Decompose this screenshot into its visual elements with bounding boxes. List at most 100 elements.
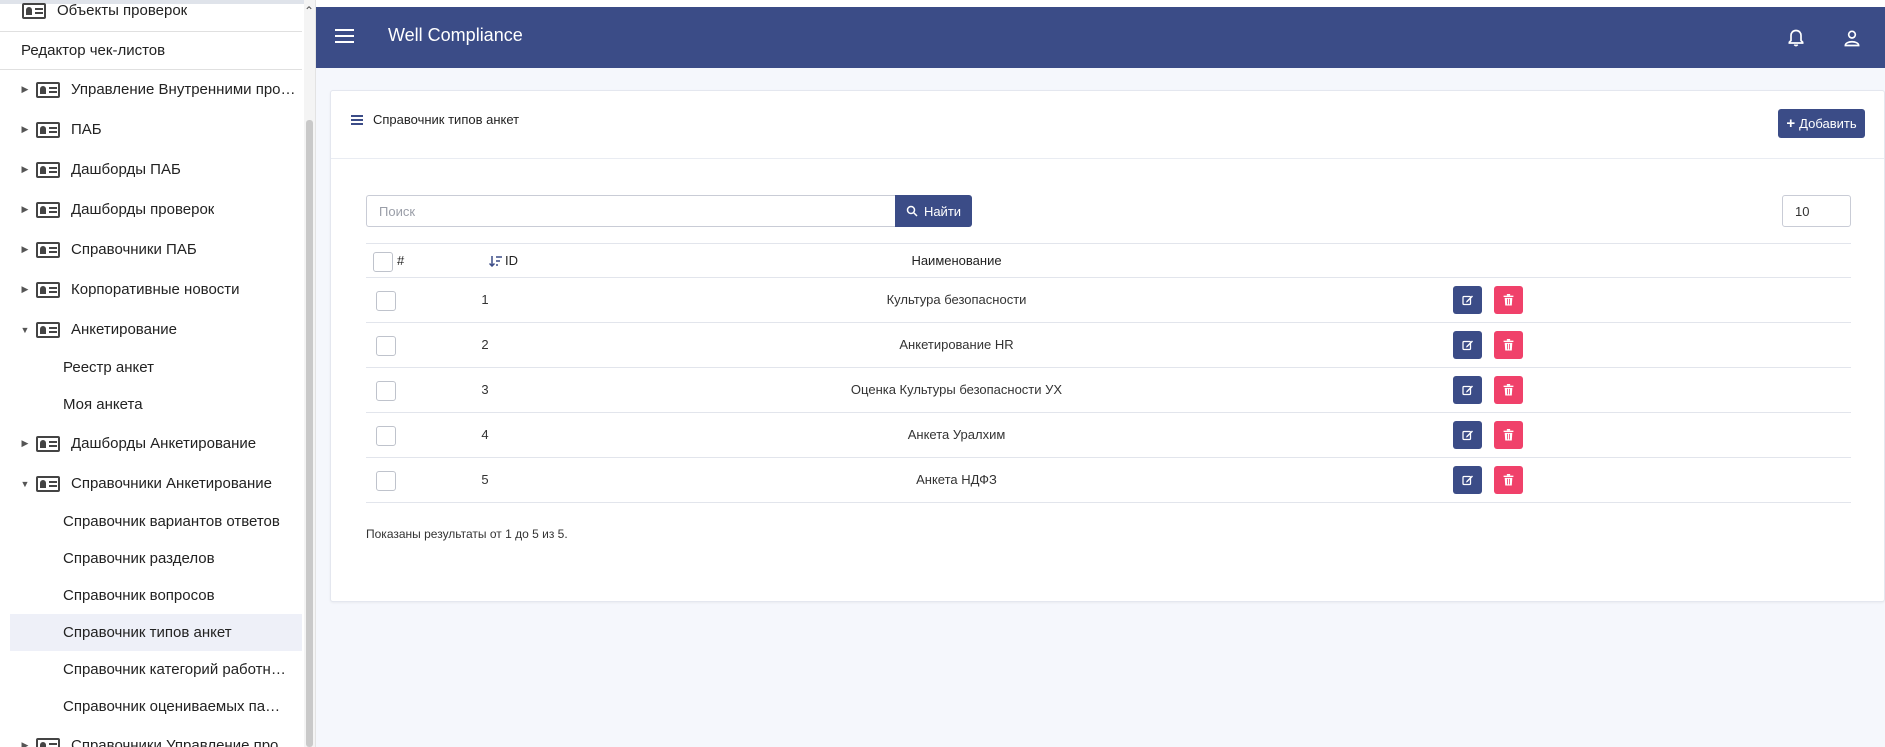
sidebar-subitem-evaluated-params[interactable]: Справочник оцениваемых параметров bbox=[10, 688, 302, 725]
trash-icon bbox=[1503, 339, 1514, 351]
card-icon bbox=[36, 81, 60, 98]
caret-right-icon[interactable]: ▶ bbox=[18, 204, 32, 215]
sidebar-item-pab-dictionaries[interactable]: ▶ Справочники ПАБ bbox=[0, 231, 304, 268]
sidebar-subitem-label: Справочник вопросов bbox=[63, 587, 215, 604]
add-button-label: Добавить bbox=[1799, 116, 1857, 131]
sidebar-subitem-survey-registry[interactable]: Реестр анкет bbox=[10, 349, 302, 386]
edit-button[interactable] bbox=[1453, 466, 1482, 494]
caret-right-icon[interactable]: ▶ bbox=[18, 124, 32, 135]
search-input[interactable] bbox=[366, 195, 895, 227]
sidebar-item-label: Дашборды Анкетирование bbox=[71, 435, 257, 452]
card-icon bbox=[36, 241, 60, 258]
sidebar-item-internal-audits[interactable]: ▶ Управление Внутренними проверками bbox=[0, 71, 304, 108]
caret-right-icon[interactable]: ▶ bbox=[18, 740, 32, 747]
sidebar: ▶ Объекты проверок Редактор чек-листов ▶… bbox=[0, 0, 316, 747]
cell-name: Культура безопасности bbox=[886, 292, 1027, 307]
edit-icon bbox=[1461, 295, 1473, 306]
add-button[interactable]: + Добавить bbox=[1778, 109, 1865, 138]
pagination-summary: Показаны результаты от 1 до 5 из 5. bbox=[366, 527, 568, 541]
caret-right-icon[interactable]: ▶ bbox=[18, 244, 32, 255]
sidebar-item-inspection-objects[interactable]: ▶ Объекты проверок bbox=[0, 0, 304, 29]
panel-title: Справочник типов анкет bbox=[373, 112, 520, 127]
card-icon bbox=[36, 475, 60, 492]
sidebar-item-label: Справочники Управление проверками bbox=[71, 737, 301, 747]
table-row: 2 Анкетирование HR bbox=[366, 323, 1851, 368]
cell-name: Анкета НДФЗ bbox=[916, 472, 997, 487]
card-icon bbox=[36, 161, 60, 178]
sidebar-item-survey-dashboards[interactable]: ▶ Дашборды Анкетирование bbox=[0, 425, 304, 462]
edit-button[interactable] bbox=[1453, 331, 1482, 359]
sidebar-item-surveys[interactable]: ▼ Анкетирование bbox=[0, 311, 304, 348]
sidebar-subitem-label: Реестр анкет bbox=[63, 359, 154, 376]
sidebar-divider bbox=[0, 69, 302, 70]
delete-button[interactable] bbox=[1494, 466, 1523, 494]
search-button[interactable]: Найти bbox=[895, 195, 972, 227]
trash-icon bbox=[1503, 294, 1514, 306]
sidebar-subitem-sections[interactable]: Справочник разделов bbox=[10, 540, 302, 577]
sidebar-item-checklist-editor[interactable]: Редактор чек-листов bbox=[21, 32, 165, 69]
edit-icon bbox=[1461, 475, 1473, 486]
caret-right-icon[interactable]: ▶ bbox=[18, 84, 32, 95]
edit-button[interactable] bbox=[1453, 421, 1482, 449]
caret-down-icon[interactable]: ▼ bbox=[18, 325, 32, 335]
sidebar-subitem-label: Справочник разделов bbox=[63, 550, 215, 567]
sidebar-item-label: Справочники Анкетирование bbox=[71, 475, 272, 492]
sidebar-subitem-survey-types[interactable]: Справочник типов анкет bbox=[10, 614, 302, 651]
edit-icon bbox=[1461, 430, 1473, 441]
card-icon bbox=[22, 2, 46, 19]
user-icon[interactable] bbox=[1842, 27, 1862, 49]
trash-icon bbox=[1503, 429, 1514, 441]
caret-down-icon[interactable]: ▼ bbox=[18, 479, 32, 489]
sidebar-item-pab-dashboards[interactable]: ▶ Дашборды ПАБ bbox=[0, 151, 304, 188]
sidebar-item-label: Дашборды ПАБ bbox=[71, 161, 181, 178]
table-header: # ID Наименование bbox=[366, 243, 1851, 278]
sidebar-item-survey-dictionaries[interactable]: ▼ Справочники Анкетирование bbox=[0, 465, 304, 502]
list-icon bbox=[351, 115, 363, 125]
sidebar-subitem-my-survey[interactable]: Моя анкета bbox=[10, 386, 302, 423]
card-icon bbox=[36, 281, 60, 298]
caret-right-icon[interactable]: ▶ bbox=[18, 438, 32, 449]
sidebar-item-label: Дашборды проверок bbox=[71, 201, 215, 218]
sidebar-item-label: ПАБ bbox=[71, 121, 102, 138]
card-icon bbox=[36, 121, 60, 138]
table-row: 4 Анкета Уралхим bbox=[366, 413, 1851, 458]
table-row: 3 Оценка Культуры безопасности УХ bbox=[366, 368, 1851, 413]
trash-icon bbox=[1503, 384, 1514, 396]
delete-button[interactable] bbox=[1494, 331, 1523, 359]
sidebar-item-audit-management-dictionaries[interactable]: ▶ Справочники Управление проверками bbox=[0, 727, 304, 747]
top-header: Well Compliance bbox=[316, 7, 1885, 68]
card-icon bbox=[36, 321, 60, 338]
card-icon bbox=[36, 201, 60, 218]
sidebar-scrollbar-thumb[interactable] bbox=[306, 120, 313, 747]
sidebar-item-pab[interactable]: ▶ ПАБ bbox=[0, 111, 304, 148]
caret-right-icon[interactable]: ▶ bbox=[18, 164, 32, 175]
edit-icon bbox=[1461, 385, 1473, 396]
sidebar-item-label: Корпоративные новости bbox=[71, 281, 240, 298]
scroll-up-icon[interactable]: ⌃ bbox=[304, 4, 314, 18]
edit-button[interactable] bbox=[1453, 286, 1482, 314]
delete-button[interactable] bbox=[1494, 286, 1523, 314]
sidebar-item-label: Объекты проверок bbox=[57, 2, 188, 19]
sidebar-subitem-label: Моя анкета bbox=[63, 396, 143, 413]
sidebar-item-label: Анкетирование bbox=[71, 321, 177, 338]
trash-icon bbox=[1503, 474, 1514, 486]
delete-button[interactable] bbox=[1494, 376, 1523, 404]
caret-right-icon[interactable]: ▶ bbox=[18, 284, 32, 295]
cell-name: Оценка Культуры безопасности УХ bbox=[850, 382, 1063, 397]
sidebar-subitem-answer-options[interactable]: Справочник вариантов ответов bbox=[10, 503, 302, 540]
edit-button[interactable] bbox=[1453, 376, 1482, 404]
page-size-input[interactable] bbox=[1782, 195, 1851, 227]
sidebar-item-label: Редактор чек-листов bbox=[21, 42, 166, 59]
sidebar-item-corporate-news[interactable]: ▶ Корпоративные новости bbox=[0, 271, 304, 308]
survey-types-table: # ID Наименование 1 Культура безопасност… bbox=[366, 243, 1851, 503]
column-header-name: Наименование bbox=[911, 253, 1002, 268]
menu-icon[interactable] bbox=[335, 29, 354, 43]
sidebar-item-label: Управление Внутренними проверками bbox=[71, 81, 301, 98]
sidebar-subitem-worker-categories[interactable]: Справочник категорий работников bbox=[10, 651, 302, 688]
sidebar-subitem-questions[interactable]: Справочник вопросов bbox=[10, 577, 302, 614]
delete-button[interactable] bbox=[1494, 421, 1523, 449]
bell-icon[interactable] bbox=[1786, 27, 1806, 49]
sidebar-item-audit-dashboards[interactable]: ▶ Дашборды проверок bbox=[0, 191, 304, 228]
sidebar-subitem-label: Справочник типов анкет bbox=[63, 624, 232, 641]
app-title: Well Compliance bbox=[388, 25, 523, 45]
